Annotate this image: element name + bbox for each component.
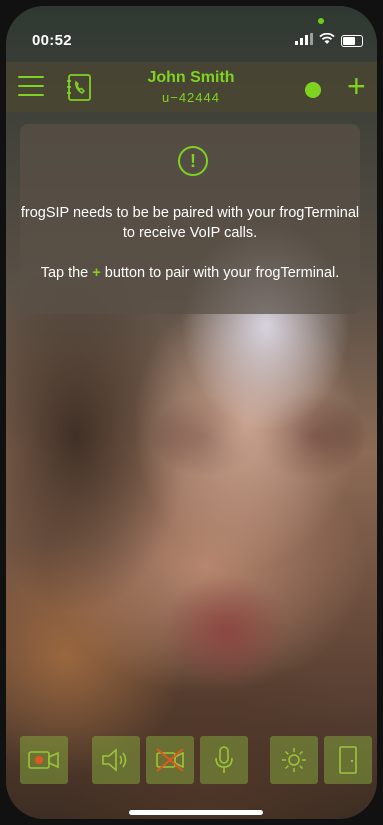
status-icons — [295, 32, 363, 49]
video-toggle-button[interactable] — [146, 736, 194, 784]
wifi-icon — [319, 32, 335, 49]
notice-instruction-prefix: Tap the — [40, 265, 93, 281]
call-controls-toolbar — [6, 736, 377, 786]
pairing-notice: ! frogSIP needs to be be paired with you… — [20, 124, 360, 314]
microphone-button[interactable] — [200, 736, 248, 784]
brightness-icon — [282, 748, 306, 772]
notice-instruction-suffix: button to pair with your frogTerminal. — [100, 265, 340, 281]
speaker-icon — [102, 748, 127, 772]
status-bar: 00:52 — [6, 6, 377, 62]
notice-plus-symbol: + — [92, 265, 101, 281]
menu-icon[interactable] — [18, 76, 44, 96]
camera-in-use-indicator — [318, 18, 324, 24]
user-name: John Smith — [147, 69, 235, 86]
record-video-button[interactable] — [20, 736, 68, 784]
home-indicator — [129, 810, 263, 815]
user-id: u−42444 — [162, 90, 220, 105]
phone-screen: 00:52 John Smith u−42444 + ! frogSIP nee… — [6, 6, 377, 819]
speaker-button[interactable] — [92, 736, 140, 784]
notice-instruction: Tap the + button to pair with your frogT… — [20, 263, 360, 283]
battery-icon — [341, 34, 363, 47]
current-user: John Smith u−42444 — [106, 69, 276, 105]
video-record-icon — [28, 751, 59, 769]
light-button[interactable] — [270, 736, 318, 784]
top-navigation-bar: John Smith u−42444 + — [6, 62, 377, 112]
presence-status-indicator — [305, 82, 321, 98]
status-time: 00:52 — [32, 32, 72, 49]
door-icon — [339, 746, 357, 774]
phonebook-icon[interactable] — [64, 72, 94, 102]
add-pair-button[interactable]: + — [347, 70, 366, 102]
door-open-button[interactable] — [324, 736, 372, 784]
video-off-icon — [156, 748, 184, 772]
microphone-icon — [215, 746, 233, 773]
exclamation-circle-icon: ! — [178, 146, 208, 176]
notice-message: frogSIP needs to be be paired with your … — [20, 205, 360, 241]
cellular-signal-icon — [295, 33, 313, 48]
